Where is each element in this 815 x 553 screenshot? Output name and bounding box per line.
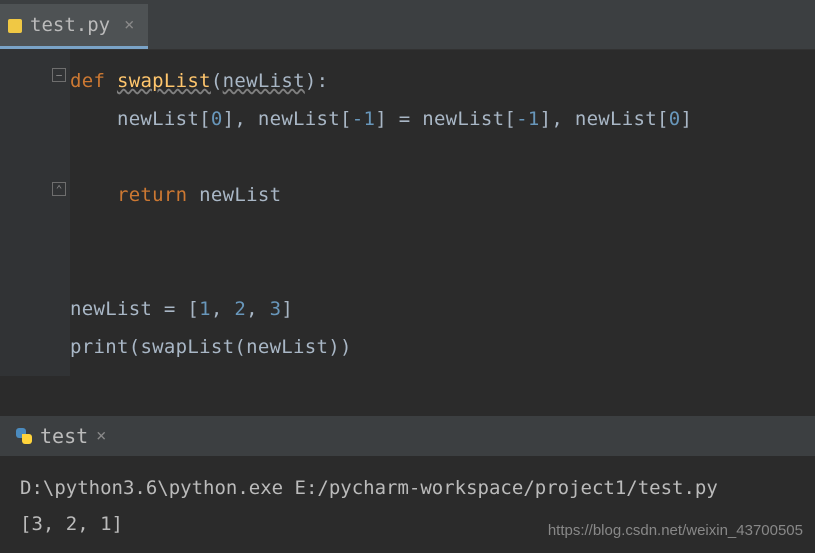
run-tab[interactable]: test × [6,418,116,454]
editor-area[interactable]: − ⌃ def swapList(newList): newList[0], n… [0,50,815,376]
editor-tab-bar: test.py × [0,0,815,50]
code-content[interactable]: def swapList(newList): newList[0], newLi… [70,50,692,376]
tab-filename: test.py [30,14,110,36]
divider [0,376,815,416]
console-output[interactable]: D:\python3.6\python.exe E:/pycharm-works… [0,456,815,553]
console-command-line: D:\python3.6\python.exe E:/pycharm-works… [20,470,795,506]
parameter: newList [223,70,305,92]
builtin-print: print [70,336,129,358]
editor-tab-test-py[interactable]: test.py × [0,4,148,49]
gutter: − ⌃ [0,50,70,376]
run-config-name: test [40,424,88,448]
close-icon[interactable]: × [124,15,134,35]
fold-end-icon[interactable]: ⌃ [52,182,66,196]
fold-icon[interactable]: − [52,68,66,82]
python-icon [16,428,32,444]
function-name: swapList [117,70,211,92]
python-file-icon [8,19,22,33]
keyword-def: def [70,70,117,92]
watermark: https://blog.csdn.net/weixin_43700505 [548,513,803,549]
close-icon[interactable]: × [96,426,106,446]
run-tab-bar: test × [0,416,815,456]
keyword-return: return [70,184,199,206]
